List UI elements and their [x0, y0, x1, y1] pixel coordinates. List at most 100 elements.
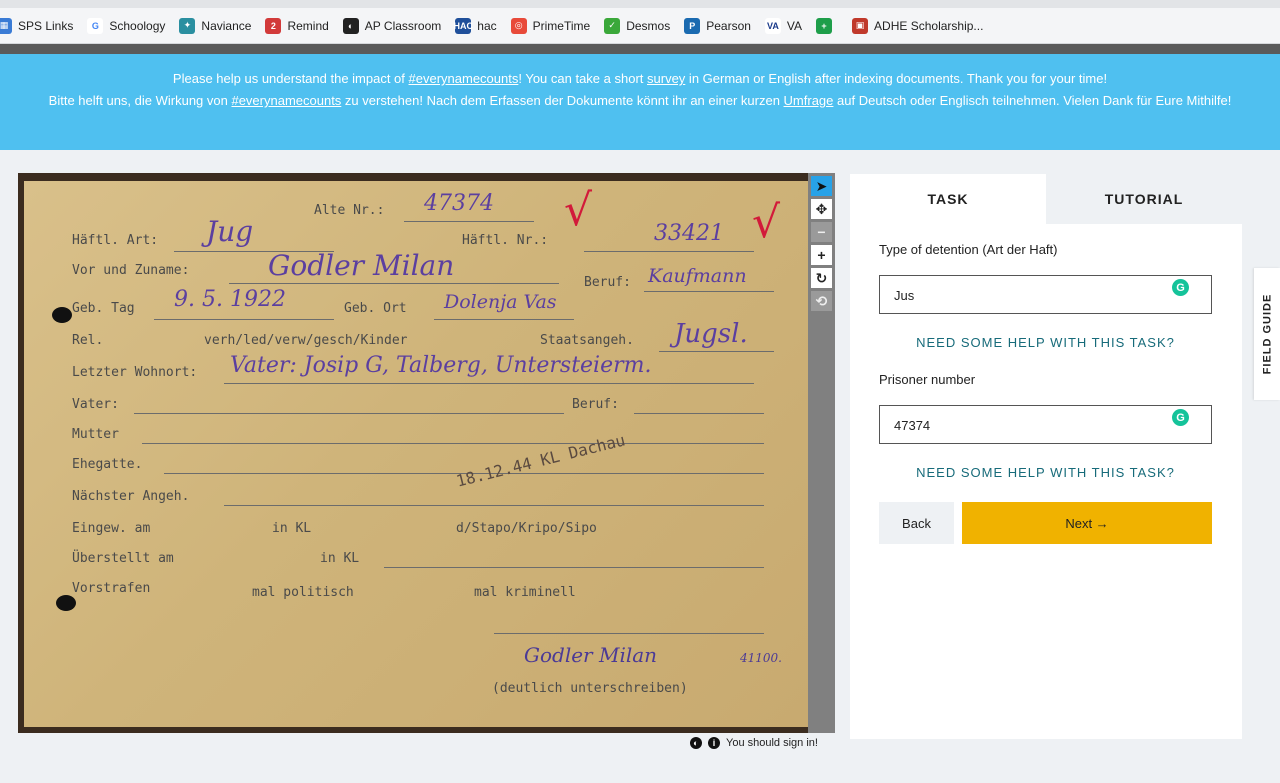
- google-icon: G: [87, 17, 104, 34]
- google-sheets-icon: +: [816, 17, 833, 34]
- field-guide-tab[interactable]: FIELD GUIDE: [1254, 268, 1280, 400]
- info-icon[interactable]: i: [708, 737, 720, 749]
- bookmark-label: VA: [786, 18, 803, 33]
- dachau-stamp: 18.12.44 KL Dachau: [454, 430, 628, 491]
- tab-task[interactable]: TASK: [850, 174, 1046, 224]
- signin-text[interactable]: You should sign in!: [726, 737, 818, 749]
- rel-label: Rel.: [72, 333, 104, 348]
- panel-tabs: TASK TUTORIAL: [850, 174, 1242, 224]
- bookmark-primetime[interactable]: ◎ PrimeTime: [510, 17, 590, 34]
- primetime-icon: ◎: [510, 17, 527, 34]
- document-viewer[interactable]: Alte Nr.: 47374 Häftl. Art: Jug Häftl. N…: [18, 173, 835, 733]
- help-link-2[interactable]: NEED SOME HELP WITH THIS TASK?: [879, 465, 1212, 480]
- uberstellt-label: Überstellt am: [72, 551, 174, 566]
- help-link-1[interactable]: NEED SOME HELP WITH THIS TASK?: [879, 335, 1212, 350]
- bookmark-desmos[interactable]: ✓ Desmos: [604, 17, 671, 34]
- name-value: Godler Milan: [268, 249, 455, 282]
- umfrage-link[interactable]: Umfrage: [784, 93, 834, 108]
- bookmark-remind[interactable]: 2 Remind: [265, 17, 329, 34]
- alte-nr-value: 47374: [424, 191, 494, 216]
- wohnort-value: Vater: Josip G, Talberg, Untersteierm.: [230, 353, 652, 378]
- haftl-nr-label: Häftl. Nr.:: [462, 233, 549, 248]
- geb-tag-label: Geb. Tag: [72, 301, 135, 316]
- tab-tutorial[interactable]: TUTORIAL: [1046, 174, 1242, 224]
- eingew-end: d/Stapo/Kripo/Sipo: [456, 521, 597, 536]
- nachster-label: Nächster Angeh.: [72, 489, 190, 504]
- geb-tag-value: 9. 5. 1922: [174, 287, 286, 312]
- bookmark-label: Pearson: [706, 18, 751, 33]
- red-checkmark: √: [752, 197, 781, 248]
- rule: [229, 283, 559, 284]
- contrast-icon[interactable]: ◐: [690, 737, 702, 749]
- bookmark-label: Remind: [287, 18, 329, 33]
- bookmark-label: Desmos: [626, 18, 671, 33]
- rotate-tool[interactable]: ↻: [811, 268, 832, 288]
- naviance-icon: ✦: [179, 17, 196, 34]
- vorstrafen-mid: mal politisch: [252, 585, 354, 600]
- detention-type-label: Type of detention (Art der Haft): [879, 242, 1058, 257]
- vater-label: Vater:: [72, 397, 119, 412]
- ink-blot: [56, 595, 76, 611]
- geb-ort-label: Geb. Ort: [344, 301, 407, 316]
- prisoner-number-value: 47374: [894, 418, 931, 433]
- bookmark-sheets[interactable]: +: [816, 17, 838, 34]
- bookmark-adhe-scholarship[interactable]: ▣ ADHE Scholarship...: [852, 17, 984, 34]
- rule: [659, 351, 774, 352]
- signin-notice: ◐ i You should sign in!: [690, 737, 818, 749]
- everynamecounts-link[interactable]: #everynamecounts: [409, 71, 519, 86]
- next-button[interactable]: Next →: [962, 502, 1212, 544]
- signature: Godler Milan: [524, 643, 658, 667]
- bookmark-sps-links[interactable]: ▦ SPS Links: [0, 17, 73, 34]
- rule: [644, 291, 774, 292]
- bookmark-ap-classroom[interactable]: ◐ AP Classroom: [342, 17, 441, 34]
- beruf2-label: Beruf:: [572, 397, 619, 412]
- remind-icon: 2: [265, 17, 282, 34]
- banner-text: ! You can take a short: [518, 71, 648, 86]
- grammarly-icon[interactable]: G: [1172, 409, 1189, 426]
- banner-text: auf Deutsch oder Englisch teilnehmen. Vi…: [833, 93, 1232, 108]
- rule: [494, 633, 764, 634]
- banner-text: zu verstehen! Nach dem Erfassen der Doku…: [341, 93, 784, 108]
- bookmark-label: hac: [477, 18, 497, 33]
- bookmark-label: Schoology: [109, 18, 166, 33]
- bookmarks-bar: ▦ SPS Links G Schoology ✦ Naviance 2 Remind ◐ AP …: [0, 8, 1280, 44]
- browser-tab-strip: [0, 0, 1280, 8]
- bookmark-label: ADHE Scholarship...: [874, 18, 984, 33]
- banner-text: in German or English after indexing docu…: [685, 71, 1108, 86]
- prisoner-number-input[interactable]: 47374 G: [879, 405, 1212, 444]
- move-tool[interactable]: ✥: [811, 199, 832, 219]
- reset-tool[interactable]: ⟲: [811, 291, 832, 311]
- bookmark-va[interactable]: VA VA: [764, 17, 803, 34]
- eingew-mid: in KL: [272, 521, 312, 536]
- survey-link[interactable]: survey: [647, 71, 685, 86]
- zoom-in-tool[interactable]: +: [811, 245, 832, 265]
- everynamecounts-link-de[interactable]: #everynamecounts: [231, 93, 341, 108]
- va-icon: VA: [764, 17, 781, 34]
- back-button[interactable]: Back: [879, 502, 954, 544]
- detention-type-input[interactable]: Jus G: [879, 275, 1212, 314]
- bookmark-naviance[interactable]: ✦ Naviance: [179, 17, 251, 34]
- banner-german: Bitte helft uns, die Wirkung von #everyn…: [0, 90, 1280, 112]
- mutter-label: Mutter: [72, 427, 119, 442]
- bookmark-hac[interactable]: HAC hac: [454, 17, 497, 34]
- rule: [404, 221, 534, 222]
- zoom-out-tool[interactable]: −: [811, 222, 832, 242]
- haftl-art-value: Jug: [206, 215, 254, 248]
- rule: [224, 383, 754, 384]
- staatsangeh-label: Staatsangeh.: [540, 333, 634, 348]
- select-pointer-tool[interactable]: ➤: [811, 176, 832, 196]
- detention-type-value: Jus: [894, 288, 915, 303]
- ap-classroom-icon: ◐: [342, 17, 359, 34]
- task-panel: TASK TUTORIAL Type of detention (Art der…: [850, 174, 1242, 739]
- ehegatte-label: Ehegatte.: [72, 457, 143, 472]
- bookmark-schoology[interactable]: G Schoology: [87, 17, 166, 34]
- viewer-toolbar: ➤ ✥ − + ↻ ⟲: [808, 173, 835, 733]
- rule: [584, 251, 754, 252]
- hac-icon: HAC: [454, 17, 473, 34]
- staatsangeh-value: Jugsl.: [674, 319, 748, 349]
- haftl-nr-value: 33421: [654, 221, 724, 246]
- rule: [434, 319, 574, 320]
- uberstellt-mid: in KL: [320, 551, 360, 566]
- bookmark-pearson[interactable]: P Pearson: [684, 17, 751, 34]
- grammarly-icon[interactable]: G: [1172, 279, 1189, 296]
